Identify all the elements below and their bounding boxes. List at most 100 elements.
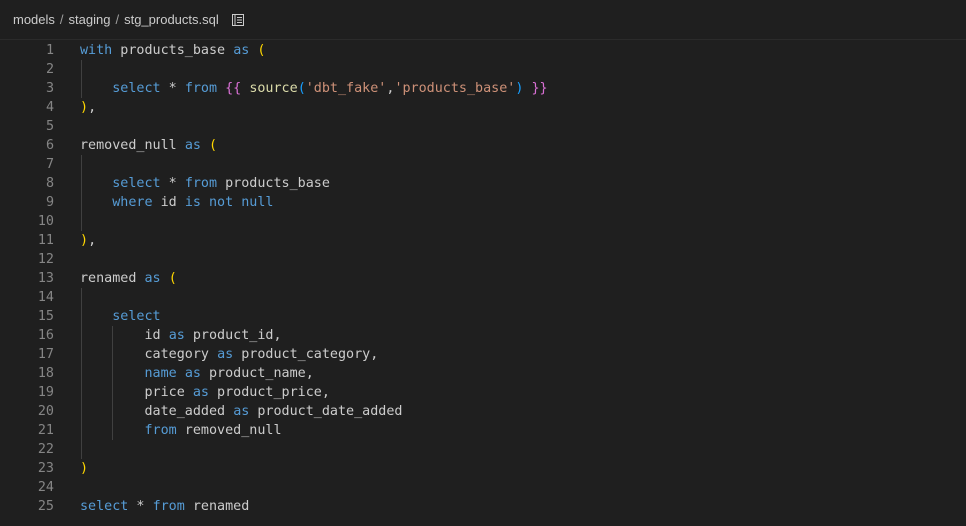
breadcrumb-file[interactable]: stg_products.sql: [124, 12, 219, 27]
line-number: 15: [37, 309, 54, 324]
line-number: 13: [37, 271, 54, 286]
code-line[interactable]: 1 with products_base as (: [0, 41, 966, 60]
code-token: (: [257, 43, 266, 58]
code-token: (: [168, 271, 177, 286]
code-token: id: [152, 195, 185, 210]
code-text: select * from products_base: [80, 174, 330, 193]
breadcrumb-separator: /: [115, 12, 120, 27]
code-token: removed_null: [80, 138, 185, 153]
code-line[interactable]: 11),: [0, 231, 966, 250]
code-token: 'products_base': [394, 81, 516, 96]
code-line[interactable]: 18 name as product_name,: [0, 364, 966, 383]
code-editor[interactable]: 1 with products_base as (2 3 select * from…: [0, 41, 966, 526]
line-number: 9: [45, 195, 54, 210]
code-token: renamed: [80, 271, 145, 286]
code-token: select: [112, 309, 161, 324]
code-token: price: [80, 385, 193, 400]
code-line[interactable]: 3 select * from {{ source('dbt_fake','pr…: [0, 79, 966, 98]
code-text: name as product_name,: [80, 364, 314, 383]
code-token: null: [241, 195, 274, 210]
line-number: 24: [37, 480, 54, 495]
code-line[interactable]: 7: [0, 155, 966, 174]
code-line[interactable]: 6 removed_null as (: [0, 136, 966, 155]
code-line[interactable]: 10: [0, 212, 966, 231]
code-line[interactable]: 14: [0, 288, 966, 307]
code-line[interactable]: 23): [0, 459, 966, 478]
code-text: price as product_price,: [80, 383, 330, 402]
code-token: as: [184, 138, 201, 153]
code-token: ,: [88, 100, 97, 115]
code-token: from: [184, 81, 218, 96]
line-number: 8: [45, 176, 54, 191]
code-token: select: [112, 81, 161, 96]
code-token: select: [80, 499, 129, 514]
code-line[interactable]: 2: [0, 60, 966, 79]
code-text: ): [80, 459, 88, 478]
code-token: product_price,: [209, 385, 330, 400]
code-line[interactable]: 21 from removed_null: [0, 421, 966, 440]
line-number: 6: [45, 138, 54, 153]
code-line[interactable]: 19 price as product_price,: [0, 383, 966, 402]
code-line[interactable]: 12: [0, 250, 966, 269]
line-number: 22: [37, 442, 54, 457]
code-line[interactable]: 13 renamed as (: [0, 269, 966, 288]
outline-list-icon[interactable]: [231, 13, 245, 27]
code-token: product_date_added: [249, 404, 403, 419]
code-token: {{: [225, 81, 242, 96]
code-token: *: [160, 176, 185, 191]
code-line[interactable]: 16 id as product_id,: [0, 326, 966, 345]
code-token: source: [249, 81, 298, 96]
line-number: 5: [45, 119, 54, 134]
code-line[interactable]: 25 select * from renamed: [0, 497, 966, 516]
code-token: renamed: [184, 499, 250, 514]
code-text: select * from renamed: [80, 497, 249, 516]
code-token: as: [233, 43, 250, 58]
code-line[interactable]: 17 category as product_category,: [0, 345, 966, 364]
code-line[interactable]: 5: [0, 117, 966, 136]
code-token: *: [128, 499, 153, 514]
code-token: products_base: [217, 176, 330, 191]
code-line[interactable]: 22: [0, 440, 966, 459]
code-text: where id is not null: [80, 193, 274, 212]
code-line[interactable]: 24: [0, 478, 966, 497]
code-token: as: [192, 385, 209, 400]
code-text: from removed_null: [80, 421, 282, 440]
code-token: date_added: [80, 404, 234, 419]
code-token: product_name,: [200, 366, 314, 381]
code-line[interactable]: 20 date_added as product_date_added: [0, 402, 966, 421]
code-token: removed_null: [176, 423, 282, 438]
code-line[interactable]: 9 where id is not null: [0, 193, 966, 212]
code-line[interactable]: 8 select * from products_base: [0, 174, 966, 193]
line-number: 3: [45, 81, 54, 96]
code-token: where: [112, 195, 153, 210]
line-number: 21: [37, 423, 54, 438]
breadcrumb-folder-models[interactable]: models: [13, 12, 55, 27]
breadcrumb: models / staging / stg_products.sql: [0, 0, 966, 40]
line-number: 20: [37, 404, 54, 419]
code-token: product_category,: [233, 347, 379, 362]
code-token: from: [152, 499, 185, 514]
line-number: 23: [37, 461, 54, 476]
code-line[interactable]: 15 select: [0, 307, 966, 326]
line-number: 2: [45, 62, 54, 77]
code-token: (: [297, 81, 306, 96]
code-token: id: [80, 328, 169, 343]
line-number: 1: [45, 43, 54, 58]
line-number: 19: [37, 385, 54, 400]
code-text: select: [80, 307, 161, 326]
code-line[interactable]: 4),: [0, 98, 966, 117]
code-token: ): [80, 461, 89, 476]
code-token: with: [80, 43, 113, 58]
code-text: with products_base as (: [80, 41, 265, 60]
breadcrumb-folder-staging[interactable]: staging: [69, 12, 111, 27]
code-token: as: [168, 328, 185, 343]
code-token: as: [144, 271, 161, 286]
code-token: from: [144, 423, 177, 438]
code-token: products_base: [112, 43, 234, 58]
